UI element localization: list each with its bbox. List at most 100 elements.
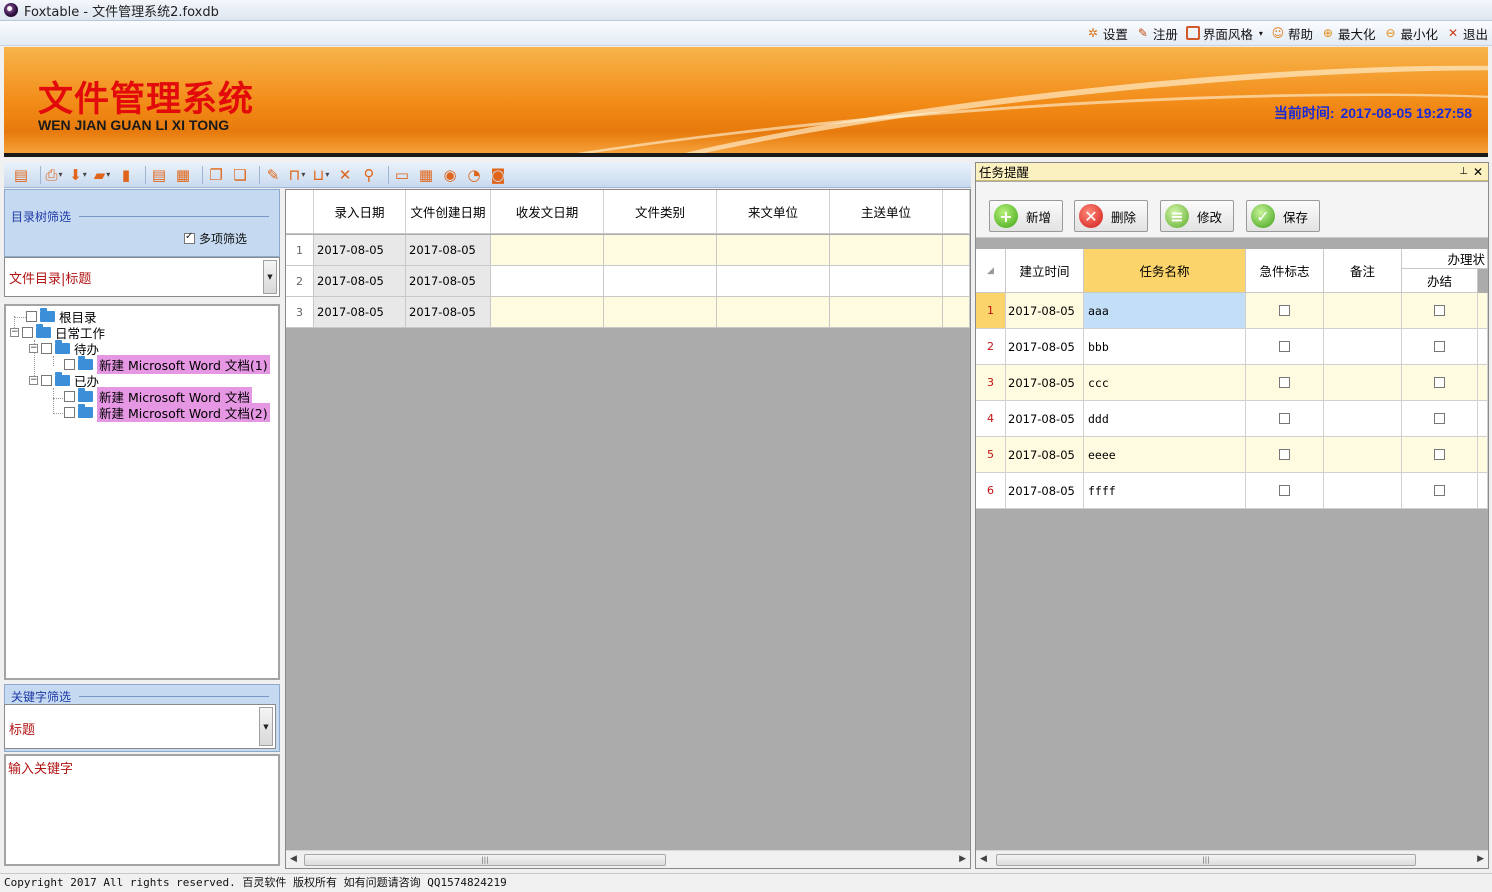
table-row[interactable]: 3 2017-08-05 ccc	[976, 365, 1488, 401]
done-checkbox[interactable]	[1434, 305, 1445, 316]
tree-node-done-doc2[interactable]: 新建 Microsoft Word 文档(2)	[64, 403, 270, 422]
col-entry-date[interactable]: 录入日期	[314, 190, 406, 234]
menu-register[interactable]: ✎ 注册	[1136, 24, 1178, 43]
delete-button[interactable]: ✕ 删除	[1074, 200, 1148, 232]
lock-icon[interactable]: ⊔	[312, 166, 330, 184]
delete-icon[interactable]: ✕	[336, 166, 354, 184]
col-done[interactable]: 办结	[1402, 269, 1478, 293]
collapse-icon[interactable]: −	[29, 376, 38, 385]
urgent-checkbox[interactable]	[1279, 341, 1290, 352]
paste-icon[interactable]: ❏	[231, 166, 249, 184]
app-icon	[4, 3, 18, 17]
scroll-left-icon[interactable]: ◀	[290, 854, 297, 864]
keyword-field-combo[interactable]: 标题 ▼	[4, 704, 276, 749]
tree-node-todo-doc1[interactable]: 新建 Microsoft Word 文档(1)	[64, 355, 270, 374]
chevron-down-icon[interactable]: ▼	[263, 260, 277, 294]
col-to-unit[interactable]: 主送单位	[830, 190, 943, 234]
download-icon[interactable]: ⬇	[69, 166, 87, 184]
scroll-right-icon[interactable]: ▶	[1477, 854, 1484, 864]
menu-minimize[interactable]: ⊖ 最小化	[1383, 24, 1438, 43]
table-row[interactable]: 2 2017-08-05 2017-08-05	[286, 266, 970, 297]
done-checkbox[interactable]	[1434, 341, 1445, 352]
document-grid: 录入日期 文件创建日期 收发文日期 文件类别 来文单位 主送单位 1 2017-…	[285, 189, 971, 869]
table-row[interactable]: 6 2017-08-05 ffff	[976, 473, 1488, 509]
menu-exit[interactable]: ✕ 退出	[1446, 24, 1488, 43]
tree-node-daily[interactable]: − 日常工作	[10, 324, 105, 341]
edit-button[interactable]: ≡ 修改	[1160, 200, 1234, 232]
horizontal-scrollbar[interactable]: ◀ ||| ▶	[976, 850, 1488, 868]
save-button[interactable]: ✓ 保存	[1246, 200, 1320, 232]
tree-node-done-doc[interactable]: 新建 Microsoft Word 文档	[64, 387, 252, 406]
col-send-date[interactable]: 收发文日期	[491, 190, 604, 234]
urgent-checkbox[interactable]	[1279, 485, 1290, 496]
done-checkbox[interactable]	[1434, 449, 1445, 460]
open-folder-icon[interactable]: ▰	[93, 166, 111, 184]
col-created-time[interactable]: 建立时间	[1006, 249, 1084, 293]
monitor-icon[interactable]: ▭	[393, 166, 411, 184]
print-icon[interactable]: ⎙	[45, 166, 63, 184]
collapse-icon[interactable]: −	[29, 344, 38, 353]
col-task-name[interactable]: 任务名称	[1084, 249, 1246, 293]
menu-style[interactable]: 界面风格 ▾	[1185, 24, 1263, 43]
menu-help[interactable]: ☺ 帮助	[1271, 24, 1313, 43]
tree-checkbox[interactable]	[26, 311, 37, 322]
table-row[interactable]: 2 2017-08-05 bbb	[976, 329, 1488, 365]
urgent-checkbox[interactable]	[1279, 413, 1290, 424]
document-icon[interactable]: ▤	[150, 166, 168, 184]
multi-select-checkbox[interactable]	[183, 231, 195, 244]
page-icon[interactable]: ▮	[117, 166, 135, 184]
tree-node-done[interactable]: − 已办	[29, 372, 99, 389]
style-icon	[1185, 26, 1200, 40]
rss-icon[interactable]: ◔	[465, 166, 483, 184]
unlock-icon[interactable]: ⊓	[288, 166, 306, 184]
pin-icon[interactable]: ⊥	[1459, 166, 1468, 177]
calculator-icon[interactable]: ▦	[417, 166, 435, 184]
scroll-right-icon[interactable]: ▶	[959, 854, 966, 864]
done-checkbox[interactable]	[1434, 413, 1445, 424]
urgent-checkbox[interactable]	[1279, 449, 1290, 460]
horizontal-scrollbar[interactable]: ◀ ||| ▶	[286, 850, 970, 868]
table-row[interactable]: 1 2017-08-05 aaa	[976, 293, 1488, 329]
multi-select-option[interactable]: 多项筛选	[183, 230, 247, 247]
banner: 文件管理系统 WEN JIAN GUAN LI XI TONG 当前时间: 20…	[4, 47, 1488, 157]
record-icon[interactable]: ◉	[441, 166, 459, 184]
grid-icon[interactable]: ▦	[174, 166, 192, 184]
table-row[interactable]: 3 2017-08-05 2017-08-05	[286, 297, 970, 328]
done-checkbox[interactable]	[1434, 377, 1445, 388]
col-group-status[interactable]: 办理状	[1402, 249, 1488, 269]
folder-icon	[55, 340, 70, 354]
table-row[interactable]: 1 2017-08-05 2017-08-05	[286, 235, 970, 266]
col-from-unit[interactable]: 来文单位	[717, 190, 830, 234]
done-checkbox[interactable]	[1434, 485, 1445, 496]
edit-icon[interactable]: ✎	[264, 166, 282, 184]
table-row[interactable]: 5 2017-08-05 eeee	[976, 437, 1488, 473]
menu-settings[interactable]: ✲ 设置	[1086, 24, 1128, 43]
collapse-icon[interactable]: −	[10, 328, 19, 337]
col-note[interactable]: 备注	[1324, 249, 1402, 293]
copy-icon[interactable]: ❐	[207, 166, 225, 184]
urgent-checkbox[interactable]	[1279, 377, 1290, 388]
save-icon[interactable]: ▤	[12, 166, 30, 184]
preview-icon[interactable]: ◙	[489, 166, 507, 184]
title-bar: Foxtable - 文件管理系统2.foxdb	[0, 0, 1492, 21]
col-urgent[interactable]: 急件标志	[1246, 249, 1324, 293]
tree-node-todo[interactable]: − 待办	[29, 340, 99, 357]
scrollbar-thumb[interactable]: |||	[304, 854, 666, 866]
col-created-date[interactable]: 文件创建日期	[406, 190, 491, 234]
urgent-checkbox[interactable]	[1279, 305, 1290, 316]
menu-maximize[interactable]: ⊕ 最大化	[1321, 24, 1376, 43]
table-row[interactable]: 4 2017-08-05 ddd	[976, 401, 1488, 437]
search-icon[interactable]: ⚲	[360, 166, 378, 184]
chevron-down-icon[interactable]: ▼	[259, 707, 273, 746]
dir-combo[interactable]: 文件目录|标题 ▼	[4, 257, 280, 297]
col-category[interactable]: 文件类别	[604, 190, 717, 234]
tree-node-root[interactable]: 根目录	[26, 308, 97, 325]
register-icon: ✎	[1137, 26, 1148, 40]
close-icon[interactable]: ✕	[1473, 165, 1483, 179]
zoom-out-icon: ⊖	[1385, 26, 1396, 40]
add-button[interactable]: + 新增	[989, 200, 1063, 232]
scroll-left-icon[interactable]: ◀	[980, 854, 987, 864]
keyword-input[interactable]: 输入关键字	[4, 754, 280, 866]
scrollbar-thumb[interactable]: |||	[996, 854, 1416, 866]
gear-icon: ✲	[1087, 26, 1098, 40]
